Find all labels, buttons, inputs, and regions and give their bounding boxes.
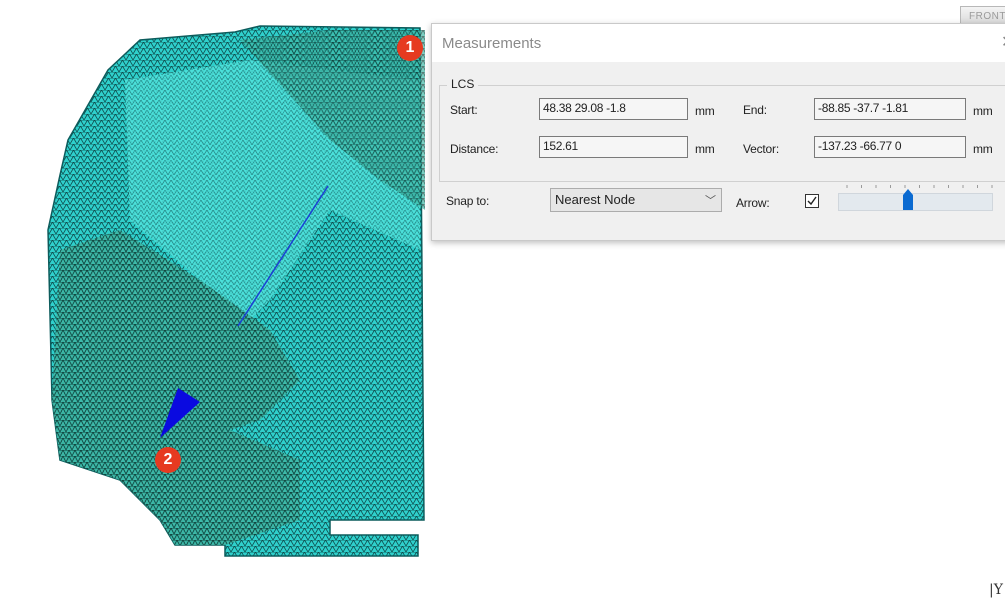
vector-field[interactable]: -137.23 -66.77 0	[814, 136, 966, 158]
snap-to-dropdown[interactable]: Nearest Node ﹀	[550, 188, 722, 212]
axis-triad-label: |Y	[989, 582, 1003, 598]
end-label: End:	[743, 103, 767, 117]
distance-unit: mm	[695, 142, 715, 156]
close-icon[interactable]: ✕	[1001, 32, 1005, 52]
arrow-size-slider-track[interactable]	[838, 193, 993, 211]
start-node-marker: 1	[397, 35, 423, 61]
dialog-title: Measurements	[442, 35, 542, 52]
checkmark-icon	[807, 196, 817, 206]
snap-label: Snap to:	[446, 194, 490, 208]
arrow-label: Arrow:	[736, 196, 770, 210]
arrow-checkbox[interactable]	[805, 194, 819, 208]
end-node-marker: 2	[155, 447, 181, 473]
start-label: Start:	[450, 103, 478, 117]
vector-unit: mm	[973, 142, 993, 156]
distance-label: Distance:	[450, 142, 499, 156]
arrow-size-slider-thumb[interactable]	[902, 189, 914, 211]
measurements-dialog: Measurements ✕ LCS Start: 48.38 29.08 -1…	[431, 23, 1005, 241]
snap-to-value: Nearest Node	[555, 192, 636, 207]
end-unit: mm	[973, 104, 993, 118]
dialog-titlebar[interactable]: Measurements ✕	[432, 24, 1005, 62]
end-field[interactable]: -88.85 -37.7 -1.81	[814, 98, 966, 120]
slider-ticks	[846, 185, 993, 188]
vector-label: Vector:	[743, 142, 779, 156]
lcs-group-title: LCS	[447, 77, 479, 91]
start-field[interactable]: 48.38 29.08 -1.8	[539, 98, 688, 120]
chevron-down-icon: ﹀	[705, 195, 716, 207]
start-unit: mm	[695, 104, 715, 118]
distance-field[interactable]: 152.61	[539, 136, 688, 158]
